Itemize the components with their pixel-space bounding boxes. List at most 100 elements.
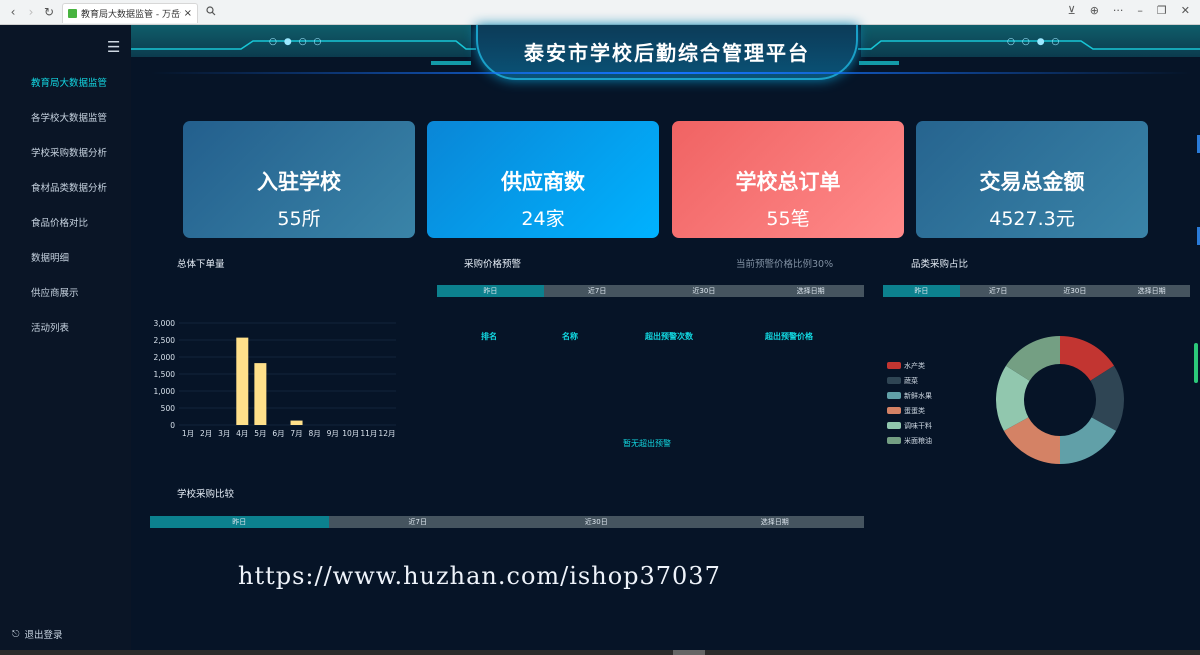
kpi-label: 交易总金额 (979, 170, 1085, 194)
tab-select-date[interactable]: 选择日期 (1113, 285, 1190, 297)
x-tick-label: 5月 (254, 429, 266, 438)
kpi-card-amount: 交易总金额 4527.3元 (916, 121, 1148, 238)
logout-icon: ⎋ (12, 628, 20, 640)
sidebar-item-data-detail[interactable]: 数据明细 (0, 248, 131, 283)
kpi-value: 55笔 (766, 208, 810, 230)
x-tick-label: 6月 (272, 429, 284, 438)
download-icon[interactable]: ⊻ (1068, 4, 1076, 17)
menu-toggle-icon[interactable]: ☰ (107, 38, 120, 56)
bar (290, 420, 303, 425)
y-tick-label: 1,000 (154, 387, 176, 396)
tab-select-date[interactable]: 选择日期 (757, 285, 864, 297)
category-tabs: 昨日 近7日 近30日 选择日期 (883, 285, 1190, 297)
x-tick-label: 8月 (308, 429, 320, 438)
legend-label: 新鲜水果 (904, 391, 932, 400)
column-name: 名称 (562, 332, 578, 341)
column-exceed-count: 超出预警次数 (645, 332, 693, 341)
horizontal-scrollbar[interactable] (0, 650, 1200, 655)
tab-close-icon[interactable]: × (184, 8, 192, 19)
tab-30days[interactable]: 近30日 (651, 285, 758, 297)
legend-label: 米面粮油 (904, 436, 932, 445)
tab-yesterday[interactable]: 昨日 (437, 285, 544, 297)
column-exceed-price: 超出预警价格 (765, 332, 813, 341)
logout-label: 退出登录 (24, 630, 63, 641)
sidebar-item-category-analysis[interactable]: 食材品类数据分析 (0, 178, 131, 213)
tab-select-date[interactable]: 选择日期 (686, 516, 865, 528)
close-window-icon[interactable]: ✕ (1181, 4, 1190, 17)
legend-item[interactable]: 蔬菜 (887, 373, 932, 388)
window-controls: ⊻ ⊕ ··· – ❐ ✕ (1068, 4, 1190, 17)
category-title: 品类采购占比 (911, 259, 969, 270)
search-icon[interactable] (206, 6, 216, 19)
legend-label: 蔬菜 (904, 376, 918, 385)
page-scrollbar[interactable] (1194, 343, 1198, 383)
logout-button[interactable]: ⎋ 退出登录 (12, 627, 63, 642)
main-dashboard: 泰安市学校后勤综合管理平台 ○●○○ ○○●○ 入驻学校 55所 供应商数 24… (131, 25, 1200, 650)
sidebar-item-purchase-analysis[interactable]: 学校采购数据分析 (0, 143, 131, 178)
browser-toolbar: ‹ › ↻ 教育局大数据监管 - 万岳食堂 × ⊻ ⊕ ··· – ❐ ✕ (0, 0, 1200, 25)
more-icon[interactable]: ··· (1113, 4, 1124, 17)
tab-30days[interactable]: 近30日 (1037, 285, 1114, 297)
orders-bar-chart: 0 500 1,000 1,500 2,000 2,500 3,000 1月 2月 3月 4月 5月 6… (154, 319, 396, 438)
sidebar-item-suppliers[interactable]: 供应商展示 (0, 283, 131, 318)
donut-legend: 水产类蔬菜新鲜水果蛋蛋类 调味干料米面粮油 (887, 358, 932, 448)
kpi-value: 4527.3元 (989, 208, 1075, 230)
x-tick-label: 12月 (378, 429, 395, 438)
legend-item[interactable]: 调味干料 (887, 418, 932, 433)
bar (254, 363, 267, 425)
tab-yesterday[interactable]: 昨日 (883, 285, 960, 297)
sidebar-item-activities[interactable]: 活动列表 (0, 318, 131, 353)
y-tick-label: 1,500 (154, 370, 176, 379)
favicon-icon (68, 9, 77, 18)
sidebar-menu: 教育局大数据监管 各学校大数据监管 学校采购数据分析 食材品类数据分析 食品价格… (0, 73, 131, 353)
x-tick-label: 11月 (360, 429, 377, 438)
restore-icon[interactable]: ❐ (1157, 4, 1167, 17)
browser-tab[interactable]: 教育局大数据监管 - 万岳食堂 × (62, 3, 198, 23)
header: 泰安市学校后勤综合管理平台 ○●○○ ○○●○ (131, 25, 1200, 87)
sidebar-item-price-compare[interactable]: 食品价格对比 (0, 213, 131, 248)
orders-title: 总体下单量 (177, 259, 225, 270)
watermark-text: https://www.huzhan.com/ishop37037 (238, 562, 721, 590)
tab-7days[interactable]: 近7日 (329, 516, 508, 528)
sidebar-item-schools[interactable]: 各学校大数据监管 (0, 108, 131, 143)
kpi-card-orders: 学校总订单 55笔 (672, 121, 904, 238)
legend-item[interactable]: 新鲜水果 (887, 388, 932, 403)
legend-swatch (887, 437, 901, 444)
x-tick-label: 1月 (182, 429, 194, 438)
kpi-label: 学校总订单 (735, 170, 841, 194)
globe-icon[interactable]: ⊕ (1090, 4, 1099, 17)
legend-label: 水产类 (904, 361, 925, 370)
y-tick-label: 500 (161, 404, 176, 413)
back-icon[interactable]: ‹ (4, 5, 22, 19)
kpi-label: 入驻学校 (257, 170, 341, 194)
price-alert-title: 采购价格预警 (464, 259, 522, 270)
legend-swatch (887, 362, 901, 369)
legend-swatch (887, 377, 901, 384)
kpi-value: 24家 (521, 208, 565, 230)
column-rank: 排名 (481, 332, 497, 341)
sidebar-item-education-bureau[interactable]: 教育局大数据监管 (0, 73, 131, 108)
legend-item[interactable]: 水产类 (887, 358, 932, 373)
kpi-card-schools: 入驻学校 55所 (183, 121, 415, 238)
sidebar: ☰ 教育局大数据监管 各学校大数据监管 学校采购数据分析 食材品类数据分析 食品… (0, 25, 131, 650)
reload-icon[interactable]: ↻ (40, 5, 58, 19)
legend-swatch (887, 392, 901, 399)
bar (236, 337, 249, 425)
page-title: 泰安市学校后勤综合管理平台 (524, 41, 810, 65)
scrollbar-thumb[interactable] (673, 650, 705, 655)
legend-swatch (887, 422, 901, 429)
minimize-icon[interactable]: – (1137, 4, 1143, 17)
empty-state-text: 暂无超出预警 (623, 439, 671, 448)
tab-7days[interactable]: 近7日 (960, 285, 1037, 297)
tab-30days[interactable]: 近30日 (507, 516, 686, 528)
legend-item[interactable]: 蛋蛋类 (887, 403, 932, 418)
forward-icon[interactable]: › (22, 5, 40, 19)
x-tick-label: 10月 (342, 429, 359, 438)
y-tick-label: 3,000 (154, 319, 176, 328)
tab-7days[interactable]: 近7日 (544, 285, 651, 297)
legend-item[interactable]: 米面粮油 (887, 433, 932, 448)
tab-yesterday[interactable]: 昨日 (150, 516, 329, 528)
header-dots-right: ○○●○ (1007, 37, 1067, 47)
tab-title: 教育局大数据监管 - 万岳食堂 (81, 10, 181, 20)
header-glow-line (151, 72, 1191, 74)
